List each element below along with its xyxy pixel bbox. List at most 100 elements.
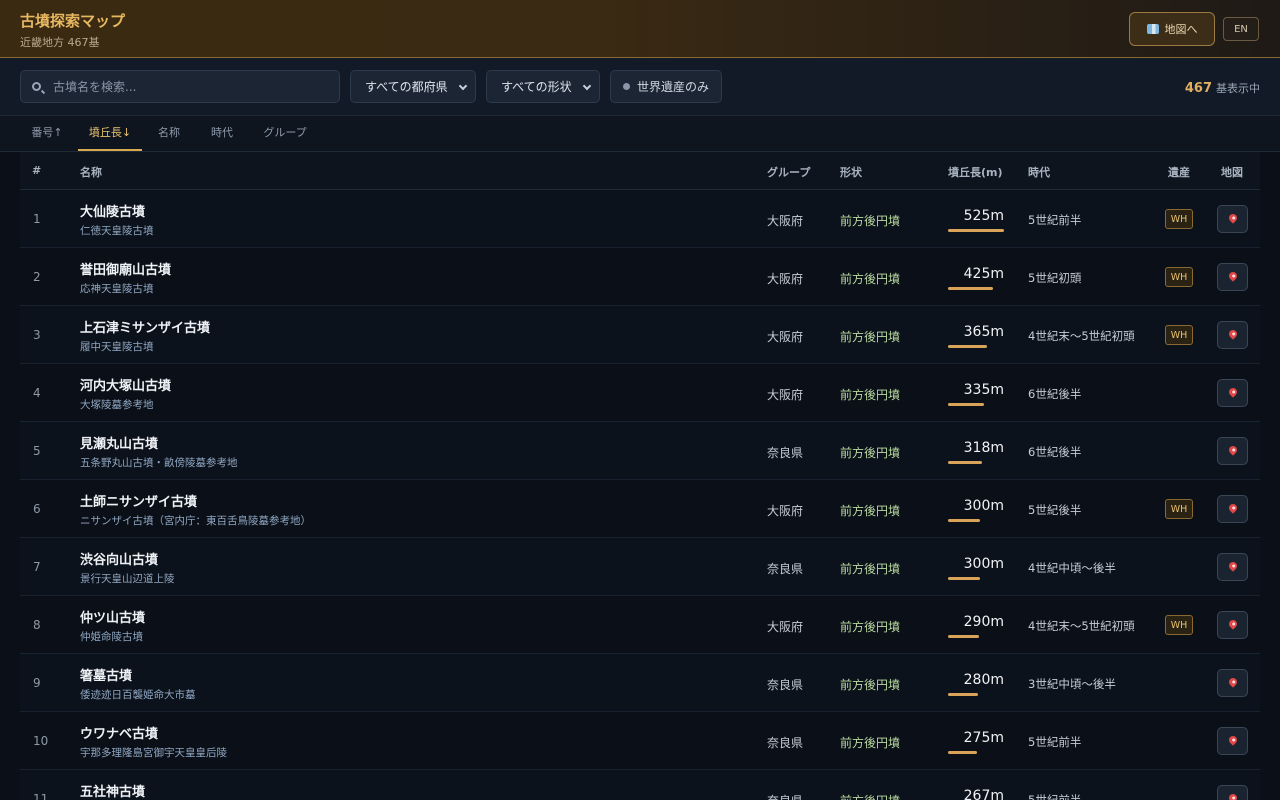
result-count-number: 467 xyxy=(1184,81,1212,96)
search-icon xyxy=(32,82,41,91)
sort-tab-length[interactable]: 墳丘長↓ xyxy=(78,116,142,151)
kofun-alt-name: ニサンザイ古墳（宮内庁：東百舌鳥陵墓参考地） xyxy=(80,515,311,527)
sort-tab-number[interactable]: 番号↑ xyxy=(20,116,74,151)
kofun-name[interactable]: ウワナベ古墳 xyxy=(80,723,158,742)
world-heritage-badge: WH xyxy=(1165,615,1193,635)
search-input[interactable] xyxy=(53,71,333,102)
show-on-map-button[interactable] xyxy=(1217,321,1248,349)
kofun-shape: 前方後円墳 xyxy=(840,272,901,286)
row-number: 11 xyxy=(33,792,49,800)
table-row[interactable]: 11 五社神古墳奈良県 前方後円墳 267m 5世紀前半 xyxy=(20,770,1260,800)
chevron-down-icon xyxy=(458,81,468,91)
row-number: 6 xyxy=(33,502,41,516)
column-header-length[interactable]: 墳丘長(m) xyxy=(948,164,1003,180)
kofun-length: 267m xyxy=(963,788,1004,800)
prefecture-select-value: すべての都府県 xyxy=(365,80,448,94)
show-on-map-button[interactable] xyxy=(1217,205,1248,233)
row-number: 4 xyxy=(33,386,41,400)
kofun-alt-name: 景行天皇山辺道上陵 xyxy=(80,573,175,585)
row-number: 1 xyxy=(33,212,41,226)
column-header-era[interactable]: 時代 xyxy=(1028,164,1050,180)
table-row[interactable]: 4 河内大塚山古墳 大塚陵墓参考地 大阪府 前方後円墳 335m 6世紀後半 xyxy=(20,364,1260,422)
length-bar xyxy=(948,229,1004,232)
table-row[interactable]: 6 土師ニサンザイ古墳 ニサンザイ古墳（宮内庁：東百舌鳥陵墓参考地） 大阪府 前方後円墳… xyxy=(20,480,1260,538)
show-on-map-button[interactable] xyxy=(1217,669,1248,697)
map-pin-icon xyxy=(1226,211,1239,224)
show-on-map-button[interactable] xyxy=(1217,553,1248,581)
table-row[interactable]: 9 箸墓古墳 倭迹迹日百襲姫命大市墓 奈良県 前方後円墳 280m 3世紀中頃〜後半 xyxy=(20,654,1260,712)
filter-toolbar: すべての都府県 すべての形状 世界遺産のみ 467 基表示中 xyxy=(0,58,1280,116)
world-heritage-toggle[interactable]: 世界遺産のみ xyxy=(610,70,722,103)
length-bar xyxy=(948,461,982,464)
kofun-length: 300m xyxy=(963,556,1004,572)
kofun-name[interactable]: 誉田御廟山古墳 xyxy=(80,259,171,278)
show-on-map-button[interactable] xyxy=(1217,263,1248,291)
kofun-shape: 前方後円墳 xyxy=(840,678,901,692)
kofun-length: 335m xyxy=(963,382,1004,398)
row-number: 3 xyxy=(33,328,41,342)
table-row[interactable]: 5 見瀬丸山古墳 五条野丸山古墳・畝傍陵墓参考地 奈良県 前方後円墳 318m 6世紀後半 xyxy=(20,422,1260,480)
kofun-length: 300m xyxy=(963,498,1004,514)
sort-tab-group[interactable]: グループ xyxy=(254,116,316,151)
kofun-alt-name: 仁徳天皇陵古墳 xyxy=(80,225,154,237)
kofun-era: 6世紀後半 xyxy=(1028,387,1082,401)
table-row[interactable]: 3 上石津ミサンザイ古墳 履中天皇陵古墳 大阪府 前方後円墳 365m 4世紀末〜5世紀初頭… xyxy=(20,306,1260,364)
kofun-era: 4世紀末〜5世紀初頭 xyxy=(1028,619,1135,633)
search-box xyxy=(20,70,340,103)
show-on-map-button[interactable] xyxy=(1217,495,1248,523)
kofun-group: 奈良県 xyxy=(767,792,803,800)
kofun-name[interactable]: 上石津ミサンザイ古墳 xyxy=(80,317,210,336)
world-heritage-badge: WH xyxy=(1165,325,1193,345)
show-on-map-button[interactable] xyxy=(1217,437,1248,465)
kofun-group: 大阪府 xyxy=(767,330,804,344)
kofun-shape: 前方後円墳 xyxy=(840,388,901,402)
result-count-suffix: 基表示中 xyxy=(1216,82,1260,95)
map-pin-icon xyxy=(1226,733,1239,746)
kofun-length: 275m xyxy=(963,730,1004,746)
table-row[interactable]: 7 渋谷向山古墳 景行天皇山辺道上陵 奈良県 前方後円墳 300m 4世紀中頃〜後半 xyxy=(20,538,1260,596)
length-bar xyxy=(948,287,993,290)
shape-select[interactable]: すべての形状 xyxy=(486,70,600,103)
kofun-era: 3世紀中頃〜後半 xyxy=(1028,677,1116,691)
kofun-group: 大阪府 xyxy=(767,620,804,634)
length-bar xyxy=(948,751,977,754)
table-row[interactable]: 8 仲ツ山古墳 仲姫命陵古墳 大阪府 前方後円墳 290m 4世紀末〜5世紀初頭 WH xyxy=(20,596,1260,654)
column-header-number[interactable]: # xyxy=(32,164,41,177)
length-bar xyxy=(948,693,978,696)
table-row[interactable]: 2 誉田御廟山古墳 応神天皇陵古墳 大阪府 前方後円墳 425m 5世紀初頭 WH xyxy=(20,248,1260,306)
kofun-name[interactable]: 渋谷向山古墳 xyxy=(80,549,158,568)
show-on-map-button[interactable] xyxy=(1217,727,1248,755)
kofun-name[interactable]: 大仙陵古墳 xyxy=(80,201,145,220)
prefecture-select[interactable]: すべての都府県 xyxy=(350,70,476,103)
kofun-name[interactable]: 五社神古墳 xyxy=(80,781,145,800)
kofun-name[interactable]: 仲ツ山古墳 xyxy=(80,607,145,626)
map-view-button[interactable]: 地図へ xyxy=(1129,12,1215,46)
table-row[interactable]: 10 ウワナベ古墳 宇那多理隆島宮御宇天皇皇后陵 奈良県 前方後円墳 275m 5世紀前半 xyxy=(20,712,1260,770)
toggle-dot-icon xyxy=(623,83,630,90)
show-on-map-button[interactable] xyxy=(1217,785,1248,800)
row-number: 8 xyxy=(33,618,41,632)
app-header: 古墳探索マップ 近畿地方 467基 地図へ EN xyxy=(0,0,1280,58)
sort-tab-era[interactable]: 時代 xyxy=(200,116,244,151)
language-toggle-button[interactable]: EN xyxy=(1223,17,1259,41)
column-header-name[interactable]: 名称 xyxy=(80,164,102,180)
kofun-name[interactable]: 土師ニサンザイ古墳 xyxy=(80,491,197,510)
kofun-name[interactable]: 河内大塚山古墳 xyxy=(80,375,171,394)
kofun-shape: 前方後円墳 xyxy=(840,214,901,228)
table-header: # 名称 グループ 形状 墳丘長(m) 時代 遺産 地図 xyxy=(20,152,1260,190)
column-header-shape[interactable]: 形状 xyxy=(840,164,862,180)
map-pin-icon xyxy=(1226,559,1239,572)
length-bar xyxy=(948,403,984,406)
kofun-name[interactable]: 箸墓古墳 xyxy=(80,665,132,684)
kofun-alt-name: 応神天皇陵古墳 xyxy=(80,283,154,295)
show-on-map-button[interactable] xyxy=(1217,611,1248,639)
app-title: 古墳探索マップ xyxy=(20,12,126,30)
show-on-map-button[interactable] xyxy=(1217,379,1248,407)
table-row[interactable]: 1 大仙陵古墳 仁徳天皇陵古墳 大阪府 前方後円墳 525m 5世紀前半 WH xyxy=(20,190,1260,248)
kofun-name[interactable]: 見瀬丸山古墳 xyxy=(80,433,158,452)
kofun-group: 大阪府 xyxy=(767,388,804,402)
column-header-group[interactable]: グループ xyxy=(767,164,810,180)
kofun-group: 大阪府 xyxy=(767,504,804,518)
sort-tab-name[interactable]: 名称 xyxy=(146,116,192,151)
kofun-era: 6世紀後半 xyxy=(1028,445,1082,459)
